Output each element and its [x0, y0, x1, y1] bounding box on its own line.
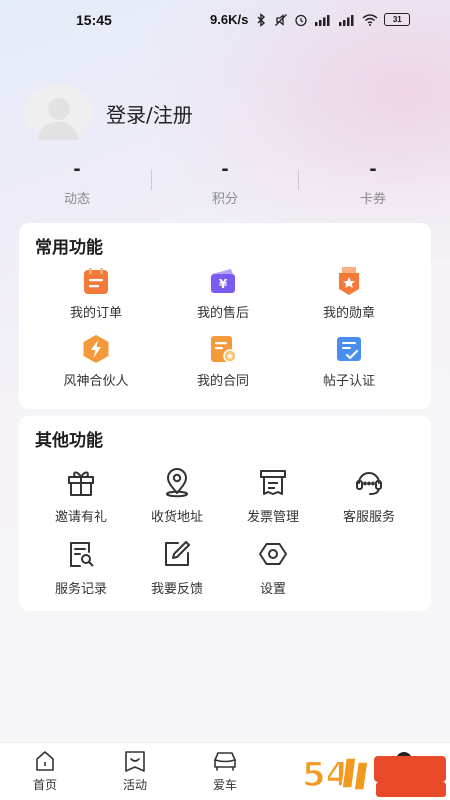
post-cert-label: 帖子认证: [322, 374, 375, 389]
invoice-management-item[interactable]: 发票管理: [228, 466, 318, 525]
stat-value: -: [73, 159, 81, 180]
customer-service-label: 客服服务: [342, 510, 395, 525]
shipping-address-item[interactable]: 收货地址: [132, 466, 222, 525]
invite-gift-label: 邀请有礼: [54, 510, 107, 525]
stat-dynamics[interactable]: - 动态: [2, 159, 152, 208]
my-medals-label: 我的勋章: [322, 306, 375, 321]
after-sales-label: 我的售后: [196, 306, 249, 321]
headset-icon: [356, 472, 382, 495]
stat-coupons[interactable]: - 卡券: [298, 159, 448, 208]
order-icon: [84, 268, 108, 294]
svg-text:¥: ¥: [219, 277, 228, 291]
my-orders-label: 我的订单: [69, 306, 122, 321]
contract-icon: [211, 336, 237, 363]
home-icon: [36, 751, 54, 771]
service-record-item[interactable]: 服务记录: [36, 538, 126, 597]
network-speed: 9.6K/s: [210, 12, 249, 27]
status-bar: 15:45 9.6K/s 31: [0, 0, 450, 40]
common-functions-card: 常用功能 我的订单 ¥ 我的售后 我的勋章 风神合伙人 我的合同 帖子认证: [19, 223, 431, 409]
site-watermark-logo: 54: [301, 752, 446, 797]
service-record-label: 服务记录: [54, 582, 107, 597]
my-contract-label: 我的合同: [196, 374, 249, 389]
nav-car-label: 爱车: [212, 778, 237, 792]
post-cert-icon: [337, 337, 361, 361]
record-icon: [70, 542, 94, 567]
status-time: 15:45: [76, 12, 112, 28]
battery-icon: 31: [384, 13, 411, 26]
bluetooth-icon: [257, 12, 266, 27]
settings-label: 设置: [259, 582, 286, 597]
login-register-link[interactable]: 登录/注册: [106, 99, 193, 128]
stat-value: -: [369, 159, 377, 180]
my-orders-item[interactable]: 我的订单: [51, 265, 141, 321]
nav-car[interactable]: 爱车: [195, 749, 255, 793]
partner-icon: [83, 335, 109, 363]
shipping-address-label: 收货地址: [150, 510, 203, 525]
avatar[interactable]: [24, 84, 92, 140]
partner-label: 风神合伙人: [63, 374, 129, 389]
alarm-icon: [295, 14, 307, 26]
my-contract-item[interactable]: 我的合同: [178, 333, 268, 389]
stat-label: 积分: [211, 192, 238, 207]
other-functions-card: 其他功能 邀请有礼 收货地址 发票管理 客服服务 服务记录 我要反馈 设置: [19, 416, 431, 611]
avatar-head-shape: [48, 98, 70, 120]
medal-icon: [339, 267, 359, 295]
settings-item[interactable]: 设置: [228, 538, 318, 597]
avatar-body-shape: [38, 122, 78, 140]
common-functions-title: 常用功能: [35, 238, 103, 258]
feedback-item[interactable]: 我要反馈: [132, 538, 222, 597]
after-sales-item[interactable]: ¥ 我的售后: [178, 265, 268, 321]
post-cert-item[interactable]: 帖子认证: [304, 333, 394, 389]
mute-icon: [275, 13, 288, 26]
car-icon: [214, 752, 236, 771]
nav-activity-label: 活动: [122, 778, 147, 792]
invoice-management-label: 发票管理: [246, 510, 299, 525]
invite-gift-item[interactable]: 邀请有礼: [36, 466, 126, 525]
status-icons: 9.6K/s 31: [210, 12, 411, 27]
stat-label: 卡券: [359, 192, 386, 207]
my-medals-item[interactable]: 我的勋章: [304, 265, 394, 321]
stat-label: 动态: [63, 192, 90, 207]
invoice-icon: [260, 470, 286, 495]
location-icon: [166, 468, 188, 498]
gift-icon: [68, 471, 94, 496]
other-functions-title: 其他功能: [35, 431, 103, 451]
stats-row: - 动态 - 积分 - 卡券: [0, 159, 450, 208]
nav-activity[interactable]: 活动: [105, 749, 165, 793]
wifi-icon: [362, 13, 378, 26]
stat-points[interactable]: - 积分: [150, 159, 300, 208]
svg-text:54: 54: [302, 755, 349, 795]
nav-home-label: 首页: [32, 778, 57, 792]
signal-icon: [315, 14, 330, 26]
nav-home[interactable]: 首页: [15, 749, 75, 793]
settings-icon: [259, 543, 287, 565]
signal-icon-2: [339, 14, 354, 26]
feedback-label: 我要反馈: [150, 582, 203, 597]
activity-icon: [125, 751, 145, 772]
customer-service-item[interactable]: 客服服务: [324, 466, 414, 525]
after-sales-icon: ¥: [211, 269, 235, 293]
feedback-icon: [165, 541, 190, 566]
partner-item[interactable]: 风神合伙人: [51, 333, 141, 389]
stat-value: -: [221, 159, 229, 180]
